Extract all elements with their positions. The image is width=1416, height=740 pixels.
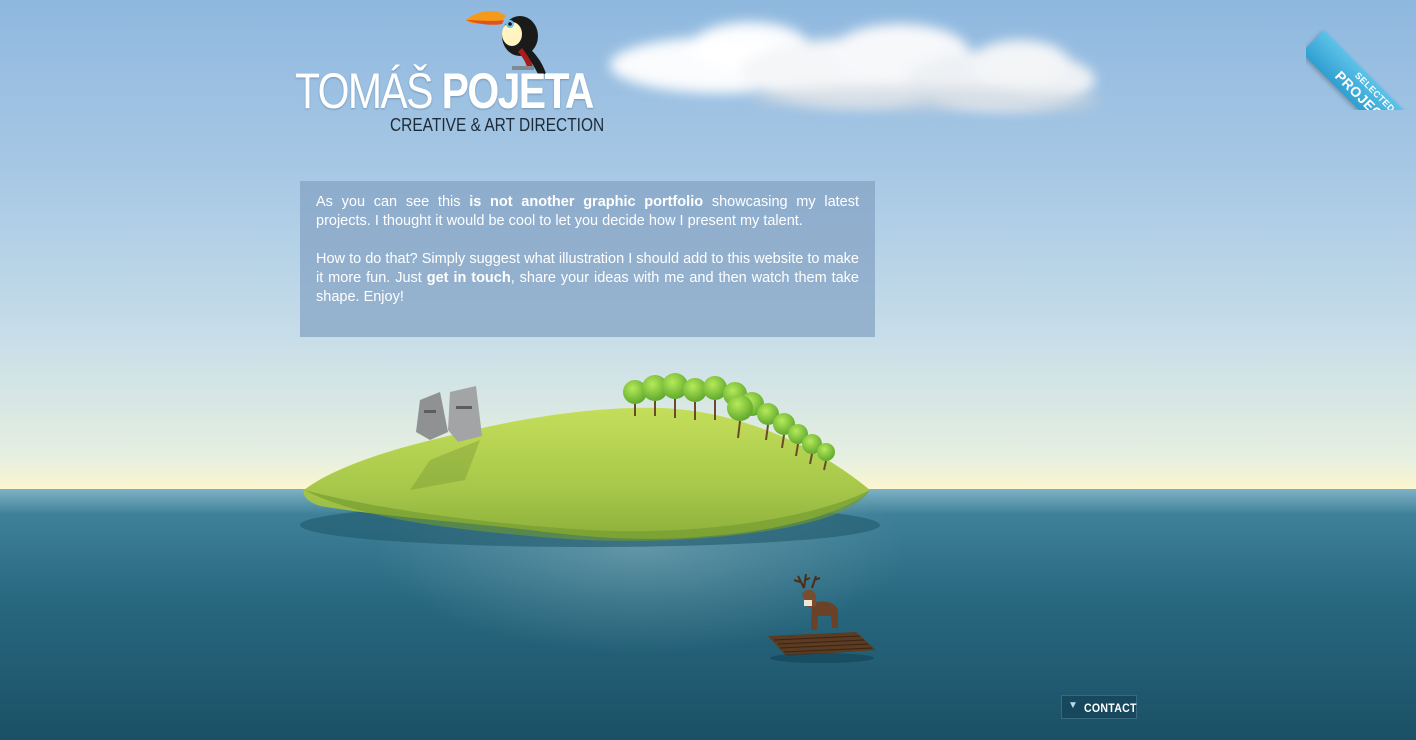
selected-projects-ribbon[interactable]: SELECTED PROJECTS [1306,0,1416,110]
intro-text-box: As you can see this is not another graph… [300,181,875,337]
intro-paragraph-1: As you can see this is not another graph… [316,193,859,231]
deer-on-raft-illustration [768,573,876,663]
logo-name: TOMÁŠ POJETA [295,62,595,120]
contact-button[interactable]: ▼ CONTACT [1061,695,1137,719]
island-illustration [300,373,880,547]
contact-label: CONTACT [1084,701,1137,715]
intro-p1-text: As you can see this [316,194,470,210]
logo-last-name: POJETA [441,63,595,119]
site-logo[interactable]: TOMÁŠ POJETA CREATIVE & ART DIRECTION [295,62,604,142]
intro-paragraph-2: How to do that? Simply suggest what illu… [316,250,859,307]
background-scene: TOMÁŠ POJETA CREATIVE & ART DIRECTION SE… [0,0,1416,740]
ribbon-band[interactable]: SELECTED PROJECTS [1306,30,1416,110]
moai-statues [416,386,482,442]
logo-tagline: CREATIVE & ART DIRECTION [390,115,605,135]
cloud-illustration [610,22,1100,112]
logo-first-name: TOMÁŠ [295,63,433,119]
intro-p1-emphasis: is not another graphic portfolio [469,194,704,210]
deer [793,573,838,630]
get-in-touch-link[interactable]: get in touch [427,270,511,286]
chevron-down-icon: ▼ [1068,700,1078,711]
